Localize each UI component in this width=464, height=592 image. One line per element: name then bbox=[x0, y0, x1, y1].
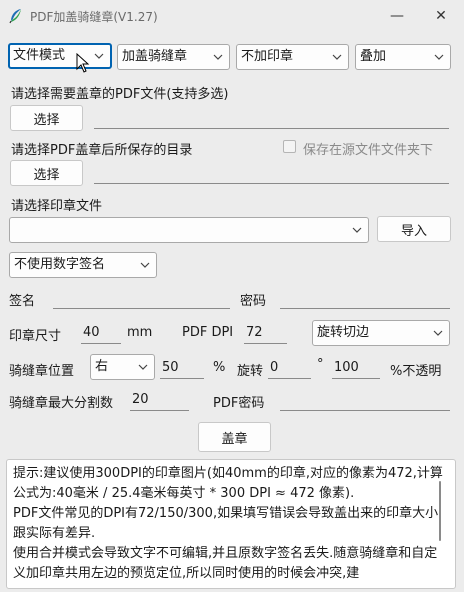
max-split-field[interactable]: 20 bbox=[130, 389, 189, 411]
feather-icon bbox=[8, 8, 24, 24]
select-output-button-label: 选择 bbox=[33, 167, 60, 183]
degree-unit: ° bbox=[317, 357, 324, 372]
seam-position-label: 骑缝章位置 bbox=[9, 364, 75, 379]
signature-password-label: 密码 bbox=[240, 294, 267, 309]
mouse-cursor-icon bbox=[76, 52, 90, 77]
output-dir-label: 请选择PDF盖章后所保存的目录 bbox=[11, 143, 193, 158]
opacity-field[interactable]: 100 bbox=[332, 357, 380, 379]
mode-select-value: 文件模式 bbox=[13, 48, 66, 63]
stamp-size-unit: mm bbox=[127, 325, 153, 340]
overlay-value: 叠加 bbox=[360, 49, 387, 64]
select-output-button[interactable]: 选择 bbox=[10, 160, 83, 186]
output-path-field[interactable] bbox=[94, 162, 449, 184]
seam-percent-unit: % bbox=[213, 360, 226, 375]
chevron-down-icon bbox=[140, 253, 150, 277]
opacity-label: %不透明 bbox=[390, 364, 442, 379]
save-source-label: 保存在源文件文件夹下 bbox=[303, 143, 434, 158]
close-button[interactable]: ✕ bbox=[424, 4, 458, 28]
rotate-mode-value: 旋转切边 bbox=[317, 325, 370, 340]
chevron-down-icon bbox=[332, 45, 342, 69]
stamp-file-label: 请选择印章文件 bbox=[11, 199, 103, 214]
pdf-password-label: PDF密码 bbox=[213, 396, 265, 411]
signature-password-field[interactable] bbox=[280, 287, 450, 309]
stamp-type-select[interactable]: 加盖骑缝章 bbox=[117, 44, 230, 70]
stamp-button-label: 盖章 bbox=[221, 431, 248, 447]
window-title: PDF加盖骑缝章(V1.27) bbox=[30, 10, 158, 24]
close-icon: ✕ bbox=[435, 8, 447, 24]
rotate-mode-select[interactable]: 旋转切边 bbox=[312, 320, 450, 346]
stamp-type-value: 加盖骑缝章 bbox=[122, 49, 188, 64]
tips-scrollbar[interactable] bbox=[439, 481, 441, 541]
tip-paragraph: PDF文件常见的DPI有72/150/300,如果填写错误会导致盖出来的印章大小… bbox=[13, 506, 439, 541]
stamp-button[interactable]: 盖章 bbox=[198, 422, 271, 452]
signature-name-field[interactable] bbox=[53, 287, 230, 309]
save-source-checkbox[interactable] bbox=[283, 140, 296, 153]
stamp-size-field[interactable]: 40 bbox=[81, 322, 121, 344]
pdf-dpi-field[interactable]: 72 bbox=[244, 322, 287, 344]
input-path-field[interactable] bbox=[94, 107, 449, 129]
tip-paragraph: 使用合并模式会导致文字不可编辑,并且原数字签名丢失.随意骑缝章和自定义加印章共用… bbox=[13, 546, 438, 581]
overlay-select[interactable]: 叠加 bbox=[355, 44, 451, 70]
no-stamp-value: 不加印章 bbox=[241, 49, 294, 64]
max-split-label: 骑缝章最大分割数 bbox=[9, 396, 114, 411]
select-input-button-label: 选择 bbox=[33, 112, 60, 128]
stamp-size-label: 印章尺寸 bbox=[9, 329, 62, 344]
signature-name-label: 签名 bbox=[9, 294, 36, 309]
tip-paragraph: 提示:建议使用300DPI的印章图片(如40mm的印章,对应的像素为472,计算… bbox=[13, 466, 443, 501]
chevron-down-icon bbox=[94, 45, 104, 67]
rotate-field[interactable]: 0 bbox=[268, 357, 311, 379]
no-stamp-select[interactable]: 不加印章 bbox=[236, 44, 349, 70]
import-button[interactable]: 导入 bbox=[377, 216, 451, 242]
pdf-dpi-label: PDF DPI bbox=[182, 325, 234, 340]
minimize-icon: — bbox=[390, 8, 404, 24]
chevron-down-icon bbox=[352, 218, 362, 242]
import-button-label: 导入 bbox=[400, 223, 427, 239]
title-bar: PDF加盖骑缝章(V1.27) — ✕ bbox=[0, 0, 464, 32]
seam-side-value: 右 bbox=[95, 359, 109, 374]
stamp-file-select[interactable] bbox=[9, 217, 369, 243]
mode-select[interactable]: 文件模式 bbox=[8, 43, 112, 69]
tips-textarea[interactable]: 提示:建议使用300DPI的印章图片(如40mm的印章,对应的像素为472,计算… bbox=[6, 459, 456, 589]
digital-signature-select[interactable]: 不使用数字签名 bbox=[9, 252, 157, 278]
input-pdf-label: 请选择需要盖章的PDF文件(支持多选) bbox=[11, 87, 229, 102]
seam-side-select[interactable]: 右 bbox=[90, 354, 155, 380]
chevron-down-icon bbox=[213, 45, 223, 69]
select-input-button[interactable]: 选择 bbox=[10, 105, 83, 131]
chevron-down-icon bbox=[434, 45, 444, 69]
digital-signature-value: 不使用数字签名 bbox=[14, 257, 106, 272]
seam-percent-field[interactable]: 50 bbox=[160, 357, 204, 379]
pdf-password-field[interactable] bbox=[280, 389, 450, 411]
rotate-label: 旋转 bbox=[237, 364, 264, 379]
minimize-button[interactable]: — bbox=[380, 4, 414, 28]
chevron-down-icon bbox=[138, 355, 148, 379]
chevron-down-icon bbox=[433, 321, 443, 345]
